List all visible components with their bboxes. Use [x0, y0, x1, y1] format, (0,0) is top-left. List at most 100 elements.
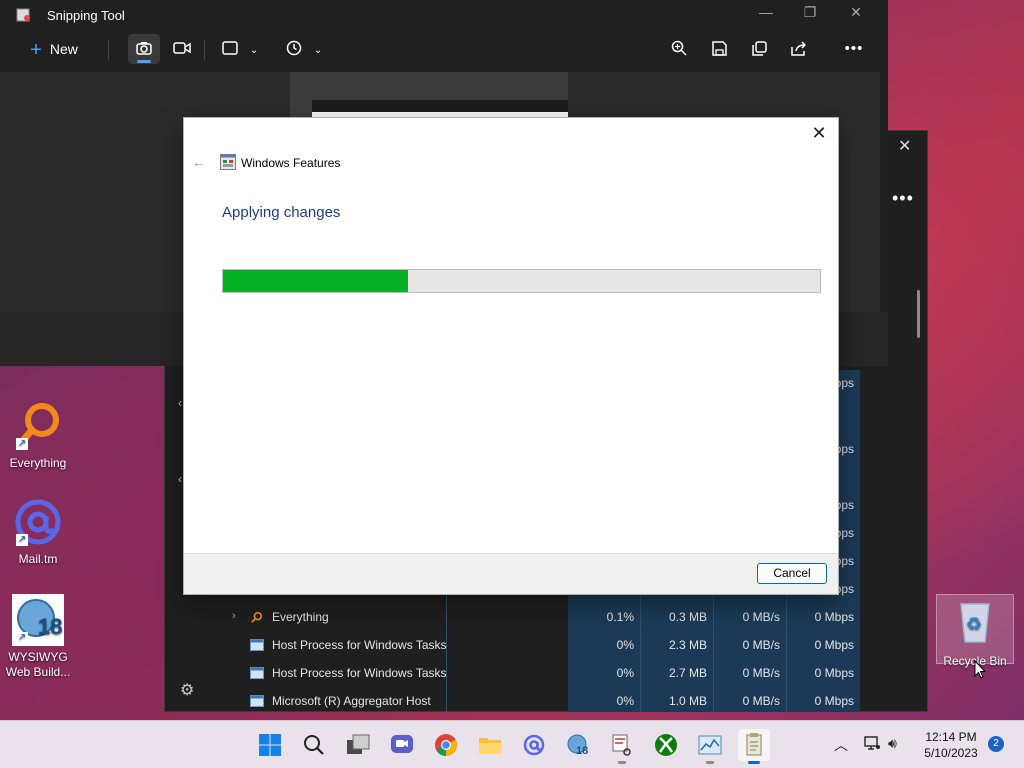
video-mode-button[interactable] [168, 34, 196, 64]
process-name: Microsoft (R) Aggregator Host [272, 694, 431, 708]
everything-process-icon [251, 611, 263, 623]
desktop-icon-label: WYSIWYG Web Build... [5, 650, 71, 679]
task-manager-taskbar-button[interactable] [694, 729, 726, 764]
svg-text:♻: ♻ [966, 614, 982, 635]
process-name: Host Process for Windows Tasks [272, 666, 447, 680]
toolbar: + New ⌄ ⌄ ••• [0, 30, 888, 70]
dialog-footer: Cancel [184, 553, 838, 594]
clock[interactable]: 12:14 PM 5/10/2023 [914, 729, 988, 761]
copy-button[interactable] [746, 34, 772, 64]
task-manager-scrollbar[interactable] [917, 290, 920, 338]
window-title: Snipping Tool [47, 8, 125, 23]
file-explorer-button[interactable] [474, 729, 506, 761]
table-row[interactable]: Host Process for Windows Tasks 0% 2.3 MB… [216, 631, 860, 659]
memory-cell: 0.3 MB [668, 610, 707, 624]
task-manager-nav-icon[interactable]: ‹ [178, 472, 182, 486]
network-cell: 0 Mbps [814, 666, 854, 680]
mail-tm-button[interactable] [518, 729, 550, 761]
shortcut-arrow-icon: ↗ [16, 438, 28, 450]
desktop-icon-mailtm[interactable]: ↗ Mail.tm [0, 496, 76, 566]
disk-cell: 0 MB/s [742, 610, 780, 624]
new-snip-button[interactable]: + New [16, 34, 92, 64]
xbox-button[interactable] [650, 729, 682, 761]
search-button[interactable] [298, 729, 330, 761]
svg-text:18: 18 [576, 745, 588, 757]
cancel-button[interactable]: Cancel [757, 563, 827, 584]
progress-bar [222, 269, 821, 293]
copy-icon [751, 41, 767, 56]
maximize-icon[interactable]: ❐ [790, 4, 830, 26]
back-arrow-icon[interactable]: ← [192, 154, 206, 170]
process-name: Everything [272, 610, 329, 624]
windows-features-taskbar-button[interactable] [738, 729, 770, 764]
desktop-icon-wysiwyg[interactable]: 18 ↗ WYSIWYG Web Build... [0, 594, 76, 680]
task-manager-nav-icon[interactable]: ‹ [178, 396, 182, 410]
show-hidden-icons-chevron-icon[interactable]: ︿ [834, 735, 848, 755]
volume-icon[interactable]: 🔊︎ [888, 735, 897, 752]
task-manager-more-icon[interactable]: ••• [892, 188, 914, 209]
save-icon [711, 41, 727, 56]
settings-gear-icon[interactable]: ⚙ [180, 680, 194, 700]
more-dots-icon: ••• [844, 40, 864, 57]
close-icon[interactable]: ✕ [836, 4, 876, 26]
zoom-button[interactable] [666, 34, 692, 64]
snipping-tool-taskbar-button[interactable] [606, 729, 638, 764]
start-button[interactable] [254, 729, 286, 761]
task-view-button[interactable] [342, 729, 374, 761]
table-row[interactable]: Microsoft (R) Aggregator Host 0% 1.0 MB … [216, 687, 860, 715]
chrome-icon [435, 734, 457, 756]
monitor-network-icon [864, 736, 880, 750]
wysiwyg-globe-icon: 18 [567, 734, 588, 757]
network-cell: 0 Mbps [814, 638, 854, 652]
desktop-icon-label: Mail.tm [18, 552, 58, 566]
network-icon[interactable] [864, 735, 880, 754]
xbox-icon [655, 734, 677, 756]
toolbar-divider [108, 40, 109, 60]
snipping-tool-app-icon [16, 8, 30, 22]
notification-badge[interactable]: 2 [988, 736, 1004, 752]
taskbar: 18 ︿ 🔊︎ 12:14 PM 5/10/2023 [0, 720, 1024, 768]
dialog-close-icon[interactable]: ✕ [808, 122, 830, 144]
dialog-title: Windows Features [241, 156, 341, 170]
folder-icon [479, 738, 501, 754]
clock-time: 12:14 PM [925, 730, 977, 744]
table-row[interactable]: › Everything 0.1% 0.3 MB 0 MB/s 0 Mbps [216, 603, 860, 631]
minimize-icon[interactable]: — [746, 4, 786, 26]
memory-cell: 2.3 MB [668, 638, 707, 652]
disk-cell: 0 MB/s [742, 694, 780, 708]
everything-icon: ↗ [12, 400, 64, 452]
window-process-icon [250, 667, 264, 679]
network-cell: 0 Mbps [814, 610, 854, 624]
clock-date: 5/10/2023 [924, 746, 978, 760]
desktop-icon-everything[interactable]: ↗ Everything [0, 400, 76, 470]
windows-features-icon [746, 733, 762, 756]
save-button[interactable] [706, 34, 732, 64]
snip-preview-thumbnail [290, 72, 568, 118]
desktop-icon-recycle-bin[interactable]: ♻ Recycle Bin [937, 598, 1013, 668]
disk-cell: 0 MB/s [742, 666, 780, 680]
dialog-heading: Applying changes [222, 204, 341, 221]
rectangle-snip-icon [221, 41, 238, 55]
chat-icon [391, 735, 413, 753]
recycle-bin-icon: ♻ [949, 598, 1001, 650]
share-icon [791, 41, 807, 56]
wysiwyg-button[interactable]: 18 [562, 729, 594, 761]
search-icon [304, 735, 324, 755]
delay-button[interactable]: ⌄ [280, 34, 328, 64]
expand-chevron-icon[interactable]: › [232, 610, 236, 622]
cpu-cell: 0% [616, 694, 634, 708]
chrome-button[interactable] [430, 729, 462, 761]
table-row[interactable]: Host Process for Windows Tasks 0% 2.7 MB… [216, 659, 860, 687]
mail-at-icon: ↗ [12, 496, 64, 548]
snipping-tool-app-icon [612, 734, 631, 756]
wysiwyg-globe-icon: 18 ↗ [12, 594, 64, 646]
at-sign-icon [523, 734, 545, 756]
running-indicator [748, 761, 760, 764]
cpu-cell: 0% [616, 638, 634, 652]
running-indicator [706, 761, 714, 764]
share-button[interactable] [786, 34, 812, 64]
snip-shape-button[interactable]: ⌄ [216, 34, 264, 64]
teams-chat-button[interactable] [386, 729, 418, 761]
more-options-button[interactable]: ••• [838, 34, 870, 64]
task-manager-close-icon[interactable]: ✕ [898, 136, 911, 156]
